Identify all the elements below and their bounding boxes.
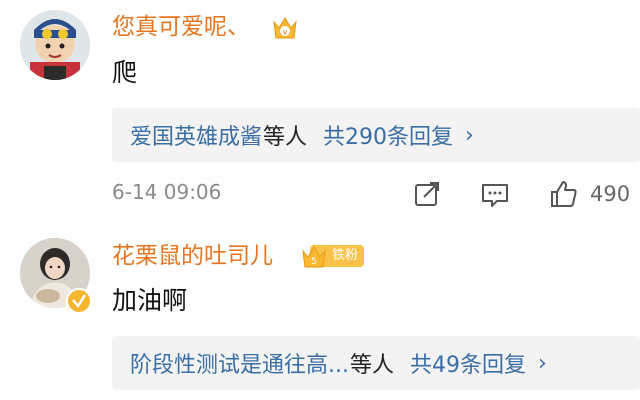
fan-badge: 5 铁粉	[300, 243, 365, 269]
crown-icon: v	[270, 12, 300, 46]
crown-icon: 5	[302, 246, 326, 268]
svg-text:v: v	[283, 28, 288, 37]
timestamp: 6-14 09:06	[112, 180, 222, 204]
verified-icon	[66, 288, 92, 314]
comment-button[interactable]	[480, 178, 510, 210]
reply-suffix: 等人	[263, 125, 308, 150]
reply-names[interactable]: 爱国英雄成酱	[130, 119, 262, 151]
avatar[interactable]	[20, 10, 90, 80]
like-button[interactable]: 490	[548, 178, 630, 210]
username[interactable]: 花栗鼠的吐司儿	[112, 241, 273, 271]
like-count: 490	[590, 182, 631, 206]
reply-suffix: 等人	[349, 353, 394, 378]
chevron-right-icon: ›	[538, 350, 547, 376]
fan-level: 5	[311, 257, 317, 267]
chevron-right-icon: ›	[465, 122, 474, 148]
like-icon	[551, 181, 577, 207]
reply-summary[interactable]: 爱国英雄成酱 等人 共290条回复 ›	[112, 108, 640, 162]
reply-names[interactable]: 阶段性测试是通往高...	[130, 347, 349, 379]
reply-count[interactable]: 共49条回复	[410, 347, 526, 379]
reply-count[interactable]: 共290条回复	[323, 119, 453, 151]
username[interactable]: 您真可爱呢、	[112, 12, 250, 42]
avatar-image	[20, 10, 90, 80]
comment-icon	[482, 184, 508, 207]
share-button[interactable]	[412, 178, 442, 210]
comment-text: 爬	[112, 58, 138, 87]
reply-summary[interactable]: 阶段性测试是通往高... 等人 共49条回复 ›	[112, 336, 640, 390]
share-icon	[415, 182, 439, 206]
comment-item: 您真可爱呢、 v 爬 爱国英雄成酱 等人 共290条回复 › 6-14 09:0…	[0, 0, 640, 224]
comment-text: 加油啊	[112, 286, 188, 315]
